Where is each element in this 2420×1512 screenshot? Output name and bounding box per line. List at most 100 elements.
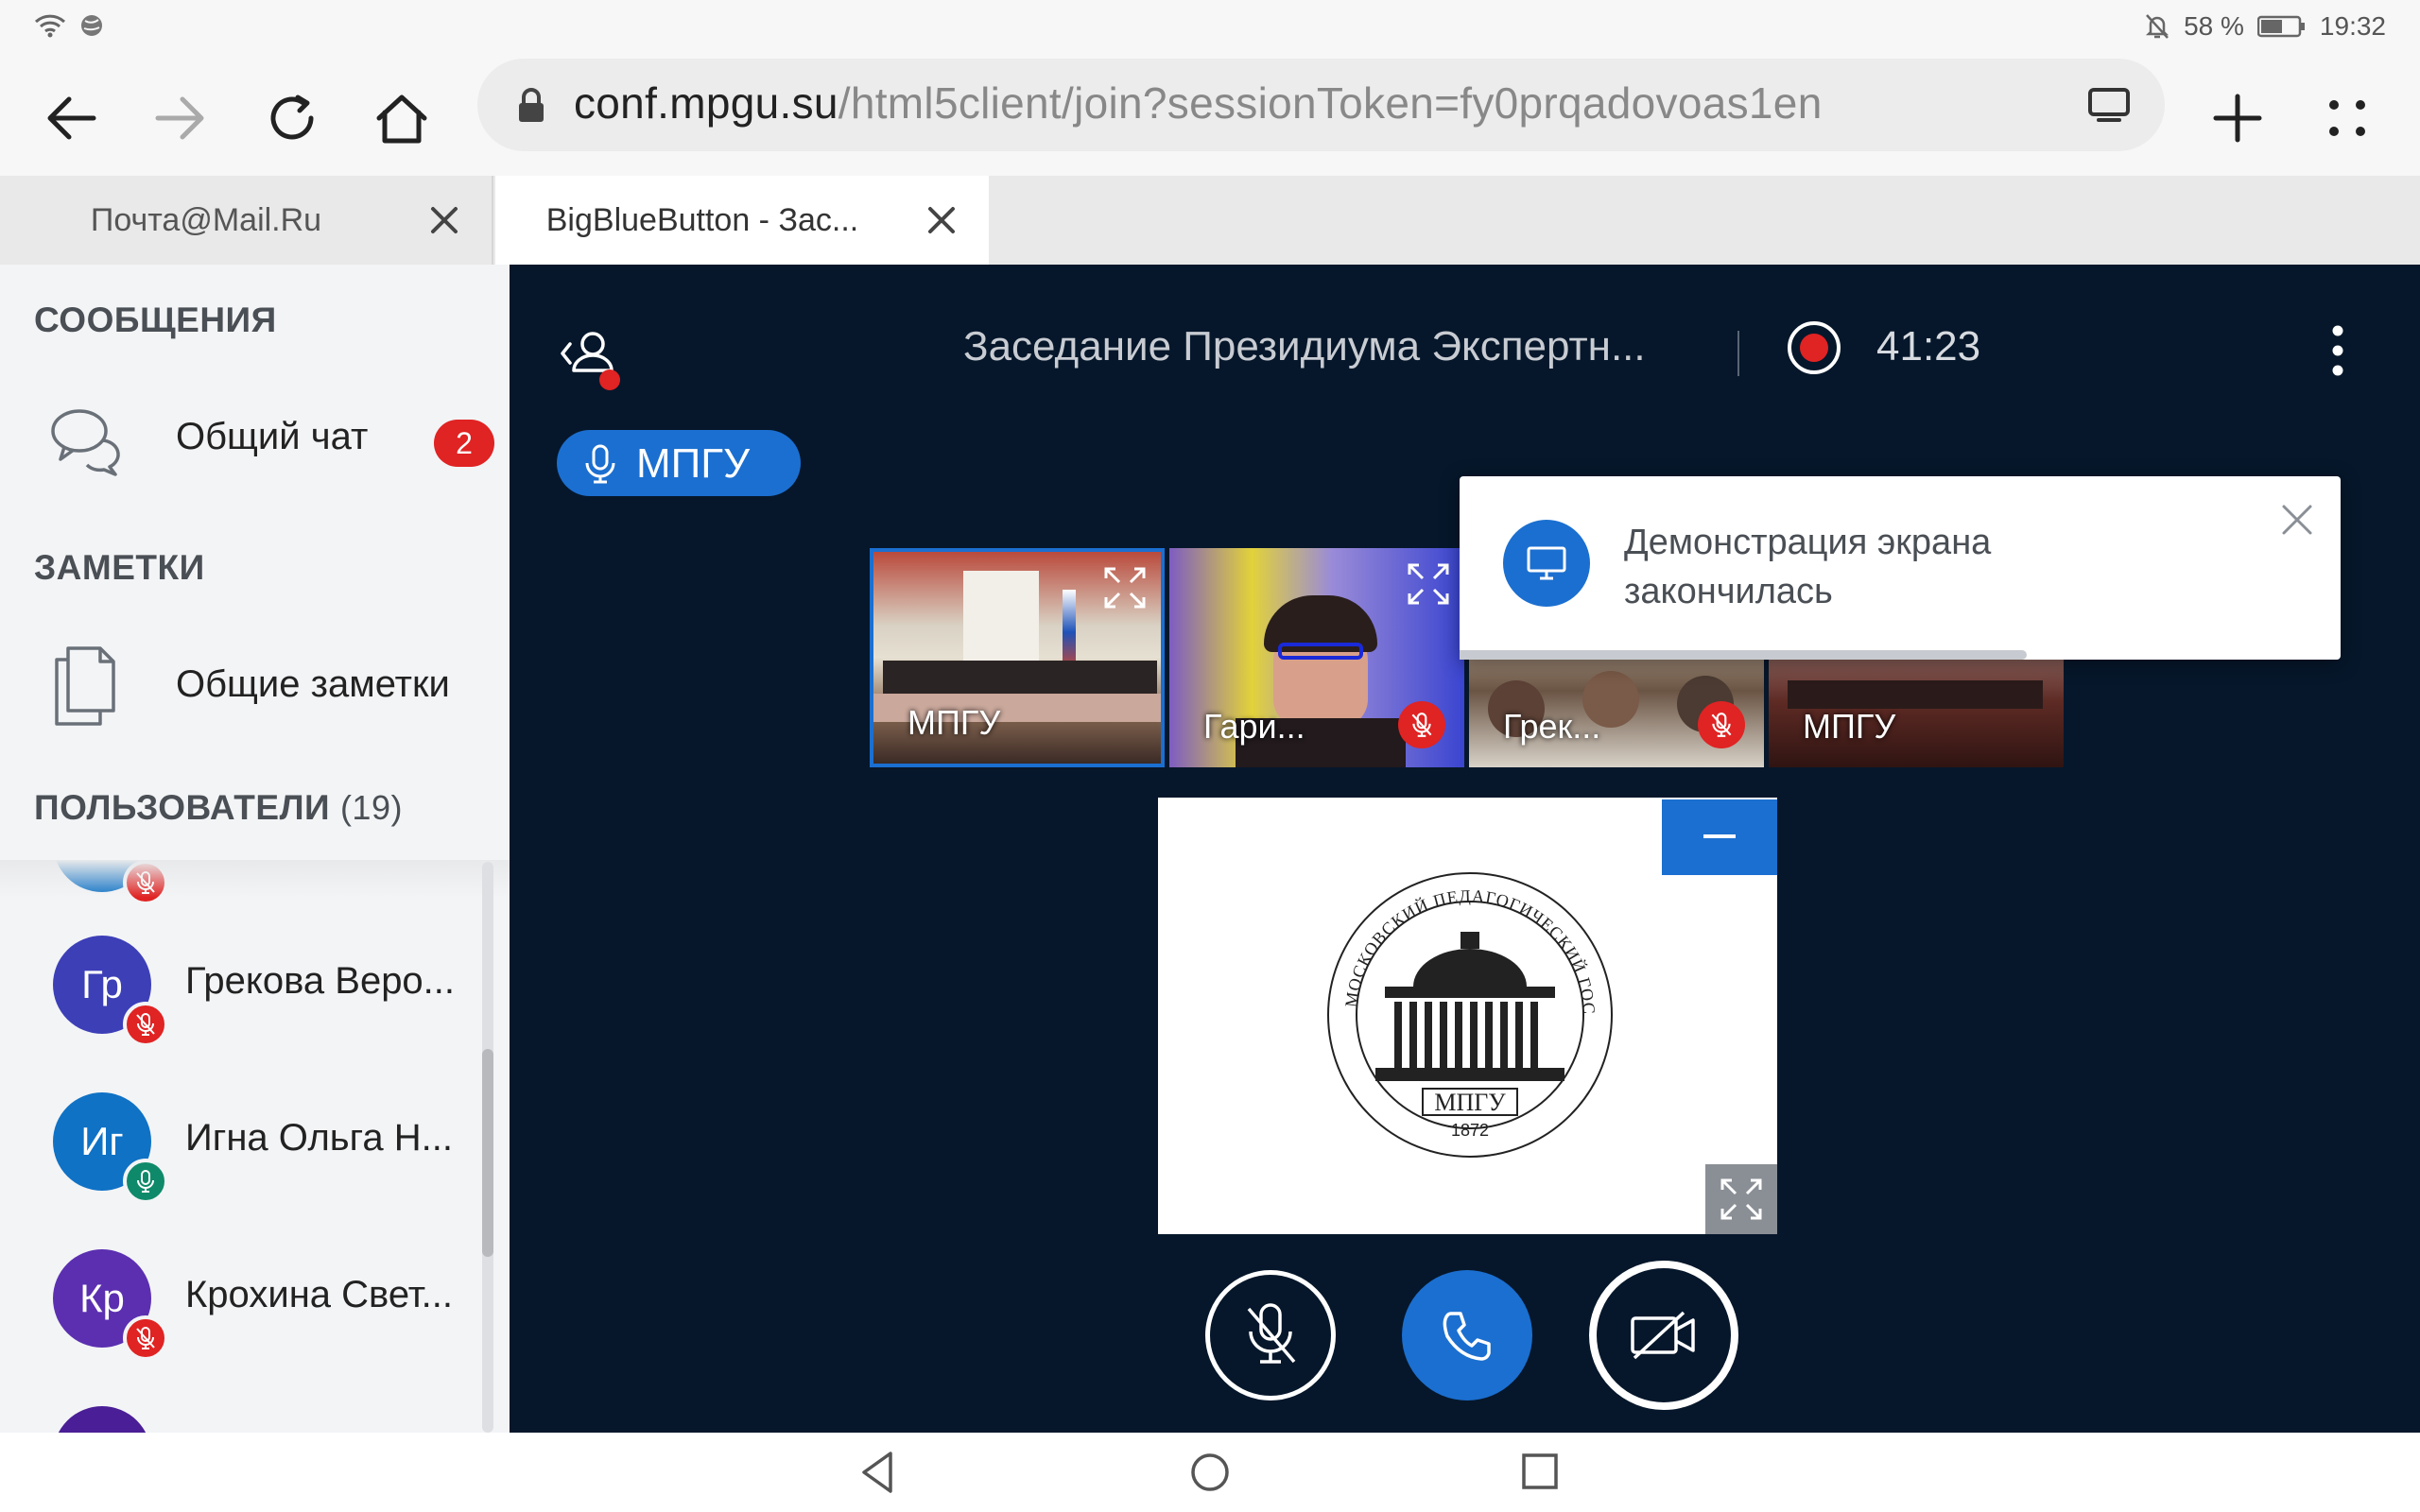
talking-name: МПГУ <box>636 440 751 487</box>
leave-audio-button[interactable] <box>1402 1270 1532 1400</box>
mic-muted-badge <box>123 1315 168 1361</box>
arrow-right-icon <box>155 96 204 140</box>
scroll-shadow <box>0 860 510 898</box>
arrow-left-icon <box>47 96 96 140</box>
video-name: Грек... <box>1503 707 1601 746</box>
document-icon <box>55 646 115 726</box>
tab-mail[interactable]: Почта@Mail.Ru <box>0 176 493 265</box>
mute-button[interactable] <box>1205 1270 1336 1400</box>
sidebar: СООБЩЕНИЯ Общий чат 2 ЗАМЕТКИ Общие заме… <box>0 265 510 1433</box>
video-tile[interactable]: МПГУ <box>870 548 1165 767</box>
user-item[interactable]: Гр Грекова Веро... <box>0 936 482 1077</box>
scrollbar-thumb[interactable] <box>482 1049 493 1257</box>
url-host: conf.mpgu.su <box>574 78 838 128</box>
user-item[interactable] <box>0 1406 482 1433</box>
nav-home-icon[interactable] <box>1184 1446 1236 1499</box>
user-name: Игна Ольга Н... <box>185 1117 453 1159</box>
tab-strip: Почта@Mail.Ru BigBlueButton - Зас... <box>0 176 2420 265</box>
notification-progress <box>1460 650 2027 660</box>
avatar <box>53 1406 151 1433</box>
user-item[interactable]: Кр Крохина Свет... <box>0 1249 482 1391</box>
reload-icon <box>270 94 314 140</box>
lock-icon <box>519 88 544 122</box>
logo-abbr: МПГУ <box>1434 1089 1506 1116</box>
presentation-fullscreen-button[interactable] <box>1705 1164 1777 1234</box>
dots-grid-icon <box>2329 100 2365 136</box>
bell-off-icon <box>2146 14 2169 39</box>
forward-button[interactable] <box>138 76 223 161</box>
university-logo: МОСКОВСКИЙ ПЕДАГОГИЧЕСКИЙ ГОСУДАРСТВЕННЫ… <box>1319 854 1613 1158</box>
camera-off-icon <box>1631 1311 1695 1360</box>
nav-back-icon[interactable] <box>853 1446 906 1499</box>
home-button[interactable] <box>359 76 444 161</box>
public-chat-label: Общий чат <box>176 416 369 457</box>
clock: 19:32 <box>2319 11 2386 41</box>
tab-label: Почта@Mail.Ru <box>90 201 322 238</box>
close-icon[interactable] <box>2278 501 2316 539</box>
battery-icon <box>2256 15 2305 38</box>
more-options-icon[interactable] <box>2326 323 2349 378</box>
new-tab-button[interactable] <box>2195 76 2280 161</box>
mic-muted-badge <box>1398 701 1445 748</box>
logo-year: 1872 <box>1451 1121 1489 1140</box>
mic-off-icon <box>136 1013 155 1036</box>
battery-level: 58 % <box>2184 11 2244 41</box>
user-item[interactable]: Иг Игна Ольга Н... <box>0 1092 482 1234</box>
user-name: Крохина Свет... <box>185 1274 453 1315</box>
shared-notes-item[interactable]: Общие заметки <box>0 635 510 739</box>
unread-badge: 2 <box>434 420 494 467</box>
reload-button[interactable] <box>250 76 335 161</box>
tab-bigbluebutton[interactable]: BigBlueButton - Зас... <box>495 176 989 265</box>
nav-recents-icon[interactable] <box>1514 1446 1567 1499</box>
fullscreen-icon <box>1720 1178 1762 1220</box>
shared-notes-label: Общие заметки <box>176 663 450 705</box>
minus-icon <box>1703 834 1736 838</box>
users-count: (19) <box>339 788 403 827</box>
menu-button[interactable] <box>2305 76 2390 161</box>
header-divider <box>1737 331 1739 376</box>
video-name: Гари... <box>1203 707 1305 746</box>
browser-toolbar: conf.mpgu.su/html5client/join?sessionTok… <box>0 57 2420 176</box>
url-path: /html5client/join?sessionToken=fy0prqado… <box>838 78 1823 128</box>
user-name: Грекова Веро... <box>185 960 456 1002</box>
tab-label: BigBlueButton - Зас... <box>545 201 859 238</box>
close-icon[interactable] <box>425 201 463 239</box>
chat-bubbles-icon <box>51 409 120 476</box>
minimize-presentation-button[interactable] <box>1662 799 1777 875</box>
messages-heading: СООБЩЕНИЯ <box>34 301 277 339</box>
video-name: МПГУ <box>908 703 1001 742</box>
mic-icon <box>585 444 615 484</box>
recording-icon[interactable] <box>1786 319 1842 376</box>
conference-area: Заседание Президиума Экспертн... 41:23 М… <box>510 265 2420 1433</box>
plus-icon <box>2213 94 2262 143</box>
share-webcam-button[interactable] <box>1589 1261 1738 1410</box>
video-name: МПГУ <box>1803 707 1896 746</box>
mic-off-icon <box>1247 1303 1296 1364</box>
mic-icon <box>137 1170 154 1193</box>
video-tile[interactable]: Гари... <box>1169 548 1464 767</box>
globe-icon <box>81 15 102 36</box>
monitor-icon <box>1527 546 1566 580</box>
notes-heading: ЗАМЕТКИ <box>34 548 205 587</box>
mic-off-icon <box>136 1327 155 1349</box>
mic-off-icon <box>1711 713 1732 737</box>
fullscreen-icon[interactable] <box>1404 559 1453 609</box>
mic-muted-badge <box>123 1002 168 1047</box>
back-button[interactable] <box>28 76 113 161</box>
notification-text: Демонстрация экрана закончилась <box>1624 523 1992 611</box>
users-heading: ПОЛЬЗОВАТЕЛИ (19) <box>34 788 403 828</box>
phone-icon <box>1443 1312 1491 1361</box>
mic-on-badge <box>123 1159 168 1204</box>
wifi-icon <box>34 14 66 38</box>
notification-toast: Демонстрация экрана закончилась <box>1460 476 2341 660</box>
close-icon[interactable] <box>923 201 960 239</box>
home-icon <box>376 94 427 144</box>
url-text: conf.mpgu.su/html5client/join?sessionTok… <box>574 77 1823 129</box>
user-list[interactable]: Гр Грекова Веро... Иг Игна Ольга Н... Кр… <box>0 860 510 1433</box>
address-bar[interactable]: conf.mpgu.su/html5client/join?sessionTok… <box>477 59 2165 151</box>
talking-indicator[interactable]: МПГУ <box>557 430 801 496</box>
system-navigation-bar <box>0 1433 2420 1512</box>
desktop-view-icon[interactable] <box>2087 87 2131 123</box>
fullscreen-icon[interactable] <box>1100 563 1150 612</box>
toggle-userlist-icon[interactable] <box>555 323 631 399</box>
